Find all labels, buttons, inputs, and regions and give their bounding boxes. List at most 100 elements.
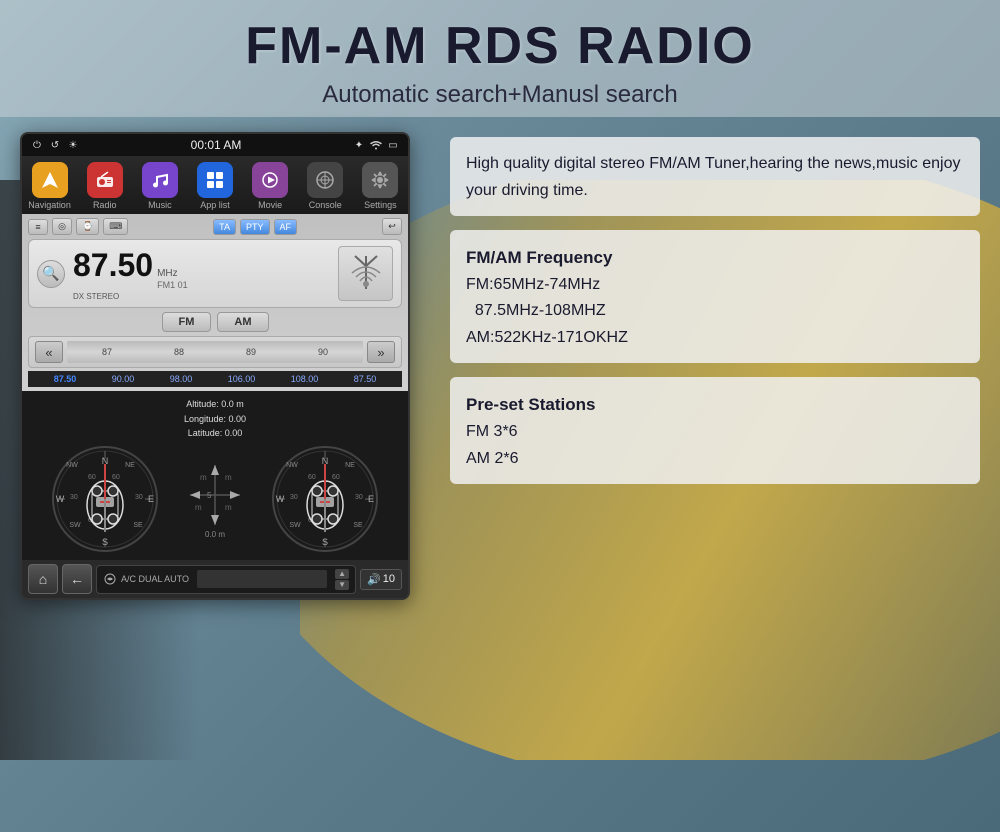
preset-5[interactable]: 108.00: [291, 374, 319, 384]
nav-label-settings: Settings: [364, 200, 397, 210]
nav-icon-music: [142, 162, 178, 198]
preset-6[interactable]: 87.50: [354, 374, 377, 384]
frequency-box: FM/AM Frequency FM:65MHz-74MHz 87.5MHz-1…: [450, 230, 980, 363]
main-container: FM-AM RDS RADIO Automatic search+Manusl …: [0, 0, 1000, 832]
nav-label-music: Music: [148, 200, 172, 210]
description-text: High quality digital stereo FM/AM Tuner,…: [466, 151, 964, 204]
left-gauge: N S W E NE SE SW NW 60 60: [50, 444, 160, 554]
nav-item-radio[interactable]: Radio: [81, 162, 129, 210]
status-icons-left: ⏻ ↺ ☀: [30, 138, 80, 152]
ac-panel: A/C DUAL AUTO ▲ ▼: [96, 565, 356, 594]
scale-87: 87: [102, 347, 112, 357]
nav-label-movie: Movie: [258, 200, 282, 210]
ta-button[interactable]: TA: [213, 219, 236, 235]
svg-text:30: 30: [290, 494, 298, 501]
keyboard-button[interactable]: ⌨: [103, 218, 128, 235]
nav-item-console[interactable]: Console: [301, 162, 349, 210]
svg-text:E: E: [148, 494, 154, 504]
radio-controls-top: ≡ ◎ ⌚ ⌨ TA PTY AF ↩: [28, 218, 402, 235]
battery-icon: ▭: [386, 138, 400, 152]
skip-back-button[interactable]: «: [35, 341, 63, 363]
frequency-display: 87.50: [73, 247, 153, 284]
svg-text:5: 5: [207, 491, 212, 500]
svg-text:S: S: [322, 537, 328, 547]
center-speed: 0.0 m: [205, 530, 225, 539]
signal-icon: ✦: [352, 138, 366, 152]
scale-bar: 87 88 89 90: [67, 341, 363, 363]
fm-button[interactable]: FM: [162, 312, 212, 332]
preset-row: 87.50 90.00 98.00 106.00 108.00 87.50: [28, 371, 402, 387]
svg-text:60: 60: [332, 474, 340, 481]
frequency-unit: MHz FM1 01: [157, 268, 188, 291]
svg-text:m: m: [225, 473, 232, 482]
nav-label-radio: Radio: [93, 200, 117, 210]
nav-icon-console: [307, 162, 343, 198]
preset-am: AM 2*6: [466, 446, 964, 472]
svg-text:W: W: [275, 494, 284, 504]
nav-label-navigation: Navigation: [28, 200, 71, 210]
nav-item-navigation[interactable]: Navigation: [26, 162, 74, 210]
freq-line-3: AM:522KHz-171OKHZ: [466, 325, 964, 351]
ac-down-button[interactable]: ▼: [335, 580, 349, 590]
svg-text:m: m: [225, 503, 232, 512]
volume-icon: 🔊: [367, 573, 381, 586]
preset-4[interactable]: 106.00: [228, 374, 256, 384]
radio-section: ≡ ◎ ⌚ ⌨ TA PTY AF ↩ 🔍: [22, 214, 408, 391]
back-button[interactable]: ←: [62, 564, 92, 594]
content-row: ⏻ ↺ ☀ 00:01 AM ✦ ▭: [0, 117, 1000, 832]
svg-text:SW: SW: [289, 522, 301, 529]
stereo-label: DX STEREO: [73, 292, 188, 301]
brightness-icon: ☀: [66, 138, 80, 152]
volume-value: 10: [383, 573, 395, 585]
svg-text:30: 30: [70, 494, 78, 501]
svg-text:NW: NW: [286, 462, 298, 469]
freq-line-1: FM:65MHz-74MHz: [466, 272, 964, 298]
fmam-row: FM AM: [28, 312, 402, 332]
preset-title: Pre-set Stations: [466, 391, 964, 419]
preset-fm: FM 3*6: [466, 419, 964, 445]
preset-1[interactable]: 87.50: [54, 374, 77, 384]
home-button[interactable]: ⌂: [28, 564, 58, 594]
svg-text:W: W: [56, 494, 65, 504]
freq-display: 🔍 87.50 MHz FM1 01 DX STEREO: [28, 239, 402, 308]
antenna-icon: [338, 246, 393, 301]
preset-3[interactable]: 98.00: [170, 374, 193, 384]
skip-forward-button[interactable]: »: [367, 341, 395, 363]
nav-icon-navigation: [32, 162, 68, 198]
svg-text:E: E: [368, 494, 374, 504]
status-bar: ⏻ ↺ ☀ 00:01 AM ✦ ▭: [22, 134, 408, 156]
clock-button[interactable]: ⌚: [76, 218, 99, 235]
return-button[interactable]: ↩: [382, 218, 402, 235]
nav-label-console: Console: [309, 200, 342, 210]
preset-box: Pre-set Stations FM 3*6 AM 2*6: [450, 377, 980, 484]
nav-item-music[interactable]: Music: [136, 162, 184, 210]
center-compass: m m m m 5 0.0 m: [185, 460, 245, 539]
info-panel: High quality digital stereo FM/AM Tuner,…: [420, 117, 1000, 518]
nav-label-applist: App list: [200, 200, 230, 210]
status-icons-right: ✦ ▭: [352, 138, 400, 152]
preset-2[interactable]: 90.00: [112, 374, 135, 384]
svg-text:NW: NW: [66, 462, 78, 469]
nav-item-settings[interactable]: Settings: [356, 162, 404, 210]
search-icon[interactable]: 🔍: [37, 260, 65, 288]
svg-text:60: 60: [112, 474, 120, 481]
power-icon: ⏻: [30, 138, 44, 152]
svg-text:S: S: [102, 537, 108, 547]
nav-icon-applist: [197, 162, 233, 198]
eq-button[interactable]: ≡: [28, 219, 48, 235]
wifi-icon: [369, 138, 383, 152]
nav-item-movie[interactable]: Movie: [246, 162, 294, 210]
am-button[interactable]: AM: [217, 312, 268, 332]
af-button[interactable]: AF: [274, 219, 298, 235]
scale-90: 90: [318, 347, 328, 357]
latitude-display: Latitude: 0.00: [188, 428, 243, 438]
svg-text:30: 30: [355, 494, 363, 501]
circle-button[interactable]: ◎: [52, 218, 72, 235]
ac-up-button[interactable]: ▲: [335, 569, 349, 579]
gps-section: Altitude: 0.0 m Longitude: 0.00 Latitude…: [22, 391, 408, 560]
freq-scale: « 87 88 89 90 »: [28, 336, 402, 368]
nav-item-applist[interactable]: App list: [191, 162, 239, 210]
refresh-icon: ↺: [48, 138, 62, 152]
pty-button[interactable]: PTY: [240, 219, 270, 235]
top-section: FM-AM RDS RADIO Automatic search+Manusl …: [0, 0, 1000, 117]
